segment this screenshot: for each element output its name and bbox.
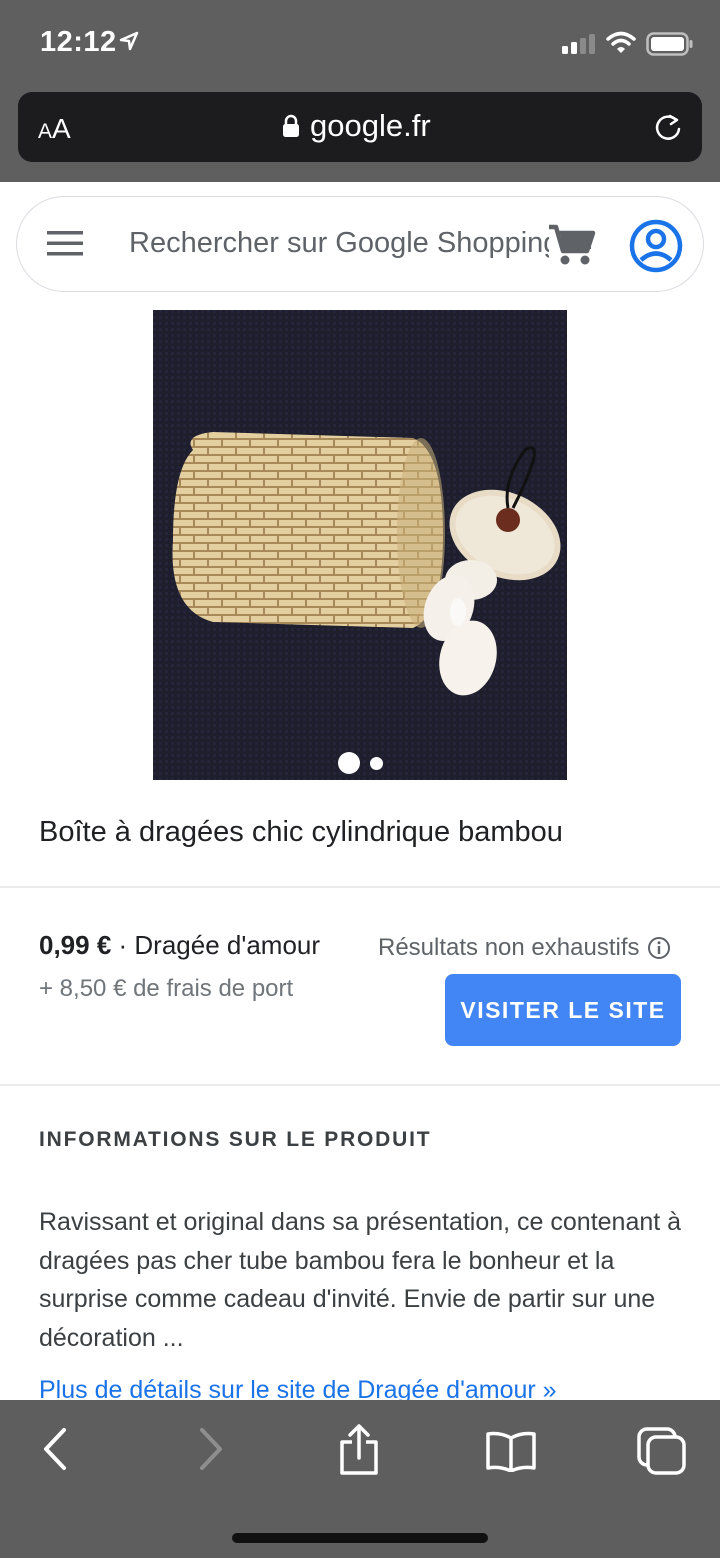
url-domain: google.fr (310, 108, 431, 143)
status-time: 12:12 (40, 26, 117, 58)
address-bar[interactable]: AA google.fr (18, 92, 702, 162)
cellular-signal-icon (562, 34, 595, 54)
shopping-search-box: Rechercher sur Google Shopping (16, 196, 704, 292)
results-note[interactable]: Résultats non exhaustifs (378, 934, 671, 962)
wifi-icon (606, 31, 636, 53)
seller-name: Dragée d'amour (134, 930, 321, 960)
shopping-cart-icon[interactable] (547, 223, 599, 267)
tabs-icon[interactable] (636, 1426, 688, 1476)
product-image-carousel[interactable] (153, 310, 567, 780)
shipping-cost: + 8,50 € de frais de port (39, 975, 294, 1002)
lock-icon (283, 114, 299, 137)
reload-icon[interactable] (652, 112, 684, 144)
price-line: 0,99 € · Dragée d'amour (39, 930, 320, 961)
share-icon[interactable] (337, 1424, 381, 1476)
back-icon[interactable] (40, 1424, 72, 1474)
text-size-button[interactable]: AA (38, 113, 71, 145)
search-input[interactable]: Rechercher sur Google Shopping (129, 227, 549, 260)
battery-icon (646, 32, 693, 56)
product-photo-bamboo-box (153, 310, 567, 780)
product-description: Ravissant et original dans sa présentati… (39, 1208, 682, 1352)
home-indicator (232, 1533, 488, 1543)
carousel-indicators (153, 751, 567, 775)
info-icon[interactable] (647, 936, 671, 960)
product-title: Boîte à dragées chic cylindrique bambou (39, 816, 563, 848)
divider (0, 1084, 720, 1086)
account-icon[interactable] (629, 219, 683, 273)
browser-address-area: AA google.fr (0, 90, 720, 182)
location-arrow-icon (119, 31, 139, 51)
bookmarks-icon[interactable] (484, 1430, 538, 1472)
status-bar: 12:12 (0, 0, 720, 90)
results-note-text: Résultats non exhaustifs (378, 934, 640, 961)
price-separator: · (111, 930, 135, 960)
divider (0, 886, 720, 888)
forward-icon[interactable] (194, 1424, 226, 1474)
product-price: 0,99 € (39, 930, 112, 960)
hamburger-menu-icon[interactable] (47, 231, 85, 257)
url-display[interactable]: google.fr (282, 108, 431, 144)
carousel-dot-2[interactable] (369, 756, 383, 770)
product-info-heading: INFORMATIONS SUR LE PRODUIT (39, 1128, 432, 1151)
carousel-dot-1[interactable] (337, 752, 360, 774)
visit-site-button[interactable]: VISITER LE SITE (445, 974, 681, 1046)
